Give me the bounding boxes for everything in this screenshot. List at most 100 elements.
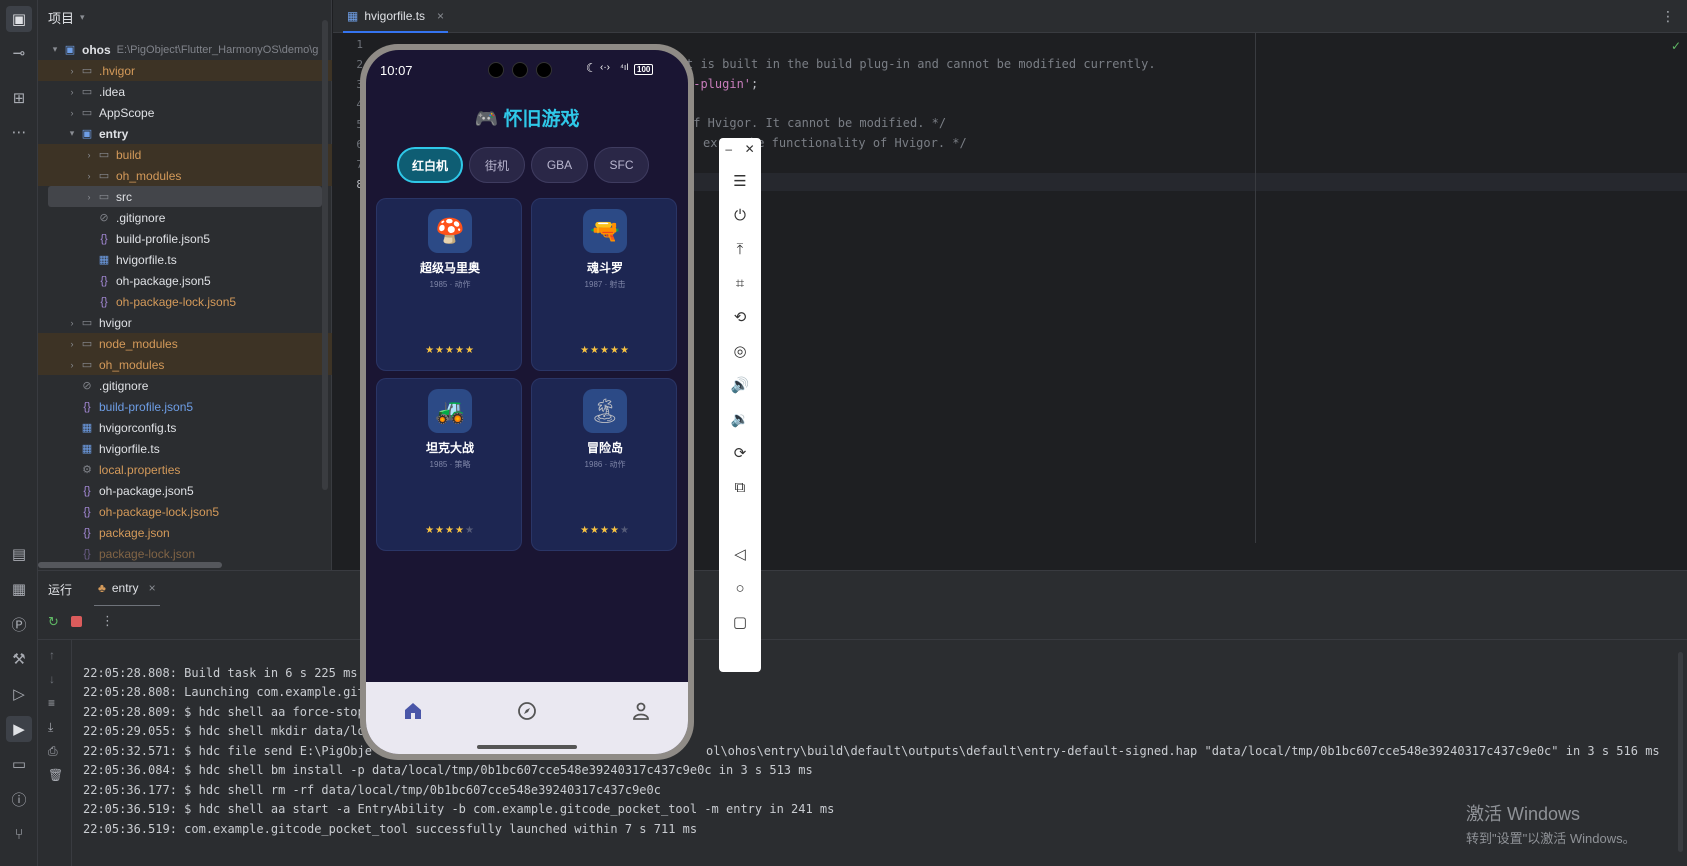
scroll-to-end-icon[interactable]: ⤓ bbox=[48, 720, 53, 735]
rotate-device-icon[interactable]: ⟳ bbox=[719, 438, 761, 468]
game-card[interactable]: 🍄 超级马里奥 1985 · 动作 ★★★★★ bbox=[376, 198, 522, 371]
tree-root[interactable]: ▾ ▣ ohos E:\PigObject\Flutter_HarmonyOS\… bbox=[38, 39, 332, 60]
more-vertical-icon[interactable]: ⋮ bbox=[1661, 8, 1675, 25]
person-icon[interactable] bbox=[626, 696, 656, 726]
print-icon[interactable]: ⎙ bbox=[48, 744, 58, 759]
tree-item[interactable]: › ▭ hvigor bbox=[38, 312, 332, 333]
rerun-icon[interactable]: ↻ bbox=[48, 614, 59, 630]
tree-item[interactable]: ⚙ local.properties bbox=[38, 459, 332, 480]
tree-item-label: build-profile.json5 bbox=[116, 231, 211, 246]
home-circle-icon[interactable]: ○ bbox=[719, 573, 761, 603]
chevron-down-icon: ▾ bbox=[52, 44, 58, 54]
more-vertical-icon[interactable]: ⋮ bbox=[101, 613, 114, 629]
tree-item-selected[interactable]: › ▭ src bbox=[48, 186, 322, 207]
run-icon[interactable]: ▶ bbox=[6, 716, 32, 742]
problems-icon[interactable]: ⓘ bbox=[6, 786, 32, 812]
tree-item[interactable]: ⊘ .gitignore bbox=[38, 375, 332, 396]
layout-icon[interactable]: ▦ bbox=[6, 576, 32, 602]
back-icon[interactable]: ◁ bbox=[719, 539, 761, 569]
tree-item[interactable]: ▦ hvigorfile.ts bbox=[38, 249, 332, 270]
tree-item-label: hvigorfile.ts bbox=[99, 441, 160, 456]
tree-item-label: .idea bbox=[99, 84, 126, 99]
terminal-icon[interactable]: ▭ bbox=[6, 751, 32, 777]
crop-icon[interactable]: ⌗ bbox=[719, 268, 761, 298]
profiler-icon[interactable]: Ⓟ bbox=[6, 611, 32, 637]
category-chip-sfc[interactable]: SFC bbox=[594, 147, 649, 183]
ts-file-icon: ▦ bbox=[98, 254, 110, 266]
volume-up-icon[interactable]: 🔊 bbox=[719, 370, 761, 400]
category-chip-arcade[interactable]: 街机 bbox=[469, 147, 525, 183]
volume-down-icon[interactable]: 🔉 bbox=[719, 404, 761, 434]
services-icon[interactable]: ▷ bbox=[6, 681, 32, 707]
minimize-icon[interactable]: – bbox=[725, 142, 732, 156]
vertical-scrollbar[interactable] bbox=[322, 20, 328, 490]
pin-top-icon[interactable]: ⤒ bbox=[719, 234, 761, 264]
recents-icon[interactable]: ▢ bbox=[719, 607, 761, 637]
tree-item[interactable]: › ▭ node_modules bbox=[38, 333, 332, 354]
phone-screen[interactable]: 10:07 ☾ ‹·› ⁴ıl 100 🎮 怀旧游戏 红白机 街机 GBA SF… bbox=[366, 50, 688, 754]
commit-icon[interactable]: ⊸ bbox=[6, 40, 32, 66]
tree-item[interactable]: › ▭ .idea bbox=[38, 81, 332, 102]
stop-icon[interactable] bbox=[71, 616, 82, 627]
tree-item[interactable]: {} package.json bbox=[38, 522, 332, 543]
git-icon[interactable]: ⑂ bbox=[6, 821, 32, 847]
menu-icon[interactable]: ☰ bbox=[719, 166, 761, 196]
console-output[interactable]: 22:05:28.808: Build task in 6 s 225 ms 2… bbox=[38, 640, 1687, 866]
tree-item[interactable]: › ▭ AppScope bbox=[38, 102, 332, 123]
notes-icon[interactable]: ▤ bbox=[6, 541, 32, 567]
close-icon[interactable]: ✕ bbox=[745, 142, 755, 156]
power-icon[interactable]: ⏻ bbox=[719, 200, 761, 230]
game-card[interactable]: 🚜 坦克大战 1985 · 策略 ★★★★★ bbox=[376, 378, 522, 551]
chevron-down-icon: ▾ bbox=[80, 12, 85, 22]
compass-icon[interactable] bbox=[512, 696, 542, 726]
arrow-up-icon[interactable]: ↑ bbox=[49, 648, 55, 662]
horizontal-scrollbar[interactable] bbox=[38, 562, 222, 568]
folder-icon[interactable]: ▣ bbox=[6, 6, 32, 32]
signal-icon: ⁴ıl bbox=[620, 62, 629, 72]
console-scrollbar[interactable] bbox=[1678, 652, 1683, 852]
close-icon[interactable]: × bbox=[437, 9, 444, 23]
tree-item[interactable]: {} oh-package.json5 bbox=[38, 270, 332, 291]
build-icon[interactable]: ⚒ bbox=[6, 646, 32, 672]
tree-item[interactable]: {} package-lock.json bbox=[38, 543, 332, 564]
project-panel-header[interactable]: 项目 ▾ bbox=[48, 8, 85, 27]
tab-hvigorfile[interactable]: ▦ hvigorfile.ts × bbox=[343, 0, 449, 33]
code-comment: ex bbox=[703, 136, 718, 150]
home-icon[interactable] bbox=[398, 696, 428, 726]
close-icon[interactable]: × bbox=[149, 581, 156, 595]
tree-item-label: hvigorfile.ts bbox=[116, 252, 177, 267]
tree-item[interactable]: {} oh-package-lock.json5 bbox=[38, 501, 332, 522]
chevron-right-icon: › bbox=[70, 65, 74, 76]
screenshot-icon[interactable]: ◎ bbox=[719, 336, 761, 366]
tree-item[interactable]: {} build-profile.json5 bbox=[38, 396, 332, 417]
category-chip-gba[interactable]: GBA bbox=[531, 147, 588, 183]
home-indicator[interactable] bbox=[477, 745, 577, 749]
category-chip-fc[interactable]: 红白机 bbox=[397, 147, 463, 183]
more-icon[interactable]: ⋯ bbox=[6, 119, 32, 145]
tree-item[interactable]: ▦ hvigorconfig.ts bbox=[38, 417, 332, 438]
tree-item-label: build bbox=[116, 147, 142, 162]
game-card[interactable]: 🔫 魂斗罗 1987 · 射击 ★★★★★ bbox=[531, 198, 677, 371]
chevron-right-icon: › bbox=[70, 359, 74, 370]
soft-wrap-icon[interactable]: ≡ bbox=[48, 696, 55, 710]
tree-item[interactable]: › ▭ .hvigor bbox=[38, 60, 332, 81]
tree-item[interactable]: › ▭ oh_modules bbox=[38, 354, 332, 375]
multi-device-icon[interactable]: ⧉ bbox=[719, 472, 761, 502]
game-card[interactable]: 🏝 冒险岛 1986 · 动作 ★★★★★ bbox=[531, 378, 677, 551]
tree-item[interactable]: › ▭ oh_modules bbox=[38, 165, 332, 186]
phone-emulator: 10:07 ☾ ‹·› ⁴ıl 100 🎮 怀旧游戏 红白机 街机 GBA SF… bbox=[360, 44, 694, 760]
tree-item[interactable]: ⊘ .gitignore bbox=[38, 207, 332, 228]
tree-item[interactable]: {} oh-package-lock.json5 bbox=[38, 291, 332, 312]
tree-item[interactable]: {} build-profile.json5 bbox=[38, 228, 332, 249]
trash-icon[interactable]: 🗑 bbox=[48, 768, 63, 782]
tab-entry[interactable]: ♣ entry × bbox=[94, 571, 160, 607]
structure-icon[interactable]: ⊞ bbox=[6, 85, 32, 111]
console-side-toolbar: ↑ ↓ ≡ ⤓ ⎙ 🗑 bbox=[38, 640, 72, 866]
tree-item[interactable]: ▦ hvigorfile.ts bbox=[38, 438, 332, 459]
arrow-down-icon[interactable]: ↓ bbox=[49, 672, 55, 686]
tree-item[interactable]: › ▭ build bbox=[38, 144, 332, 165]
tree-item[interactable]: {} oh-package.json5 bbox=[38, 480, 332, 501]
camera-icon bbox=[488, 62, 504, 78]
tree-item[interactable]: ▾ ▣ entry bbox=[38, 123, 332, 144]
rotate-icon[interactable]: ⟲ bbox=[719, 302, 761, 332]
